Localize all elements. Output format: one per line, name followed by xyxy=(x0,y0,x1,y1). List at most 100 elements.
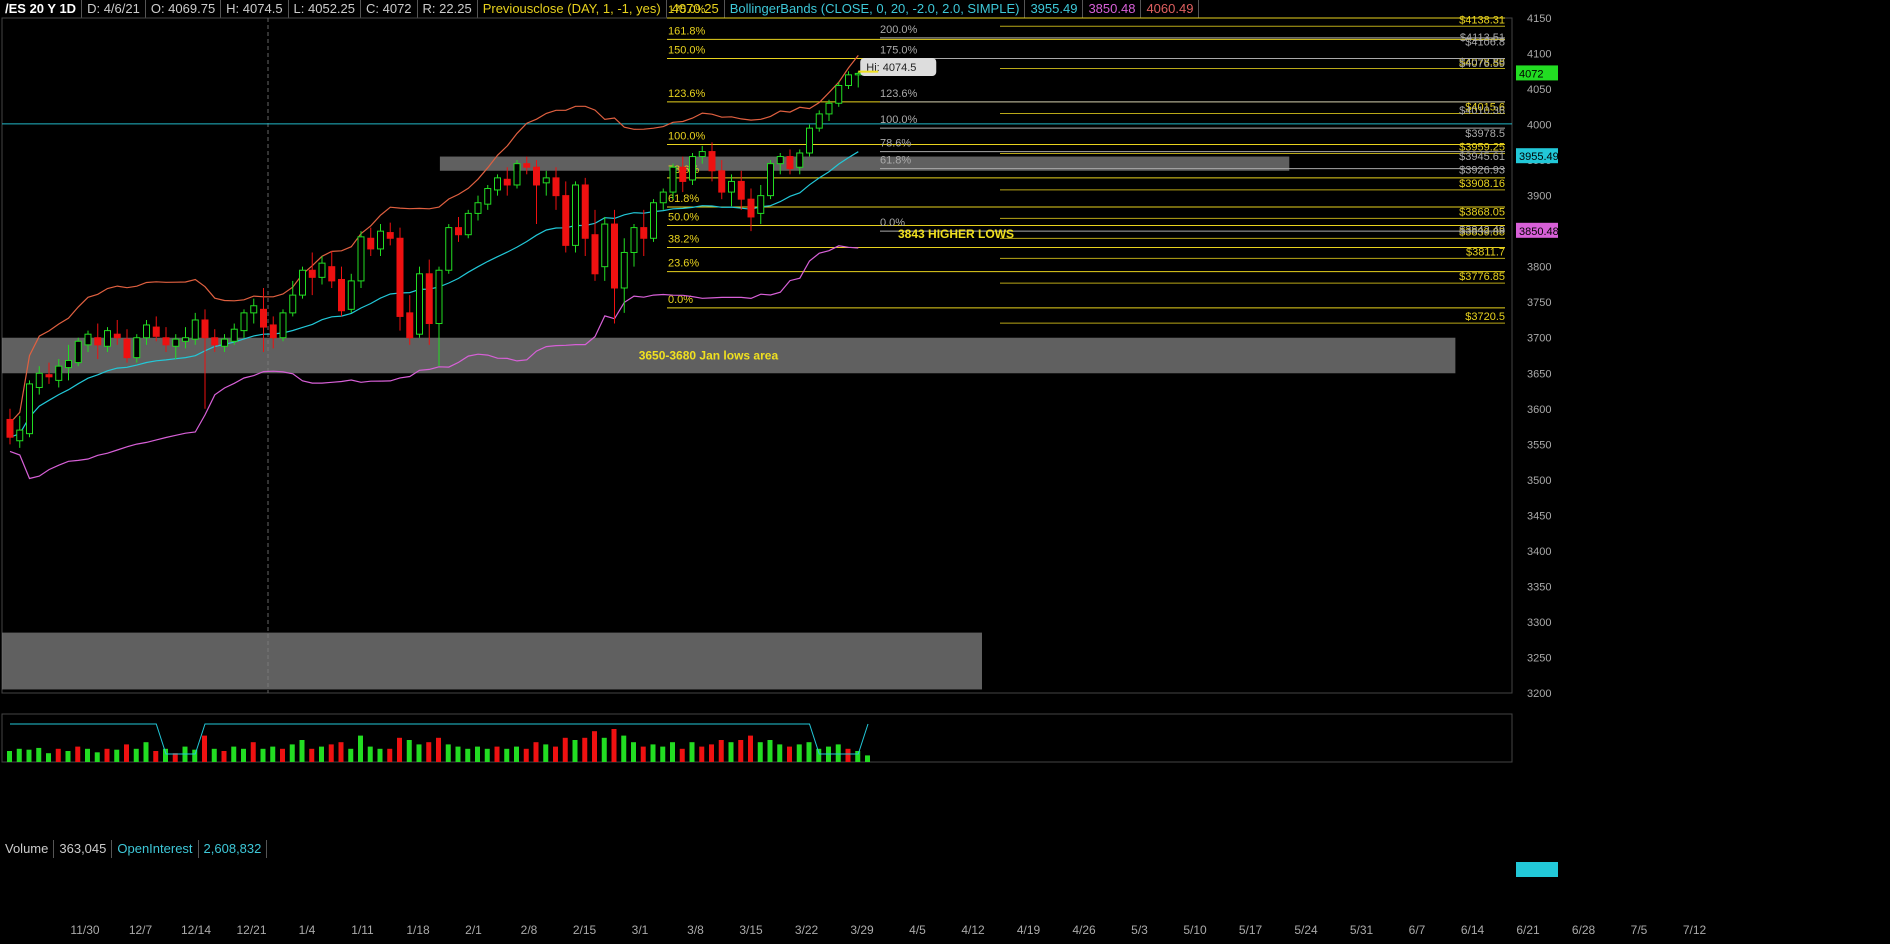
x-tick-label: 3/29 xyxy=(850,923,874,937)
volume-bar xyxy=(367,746,373,762)
candle-body xyxy=(123,338,131,359)
volume-bar xyxy=(592,731,597,762)
x-tick-label: 1/11 xyxy=(351,923,374,937)
candle-body xyxy=(474,202,482,214)
volume-bar xyxy=(699,746,705,762)
candle-body xyxy=(669,166,677,193)
price-chart[interactable]: 3650-3680 Jan lows area 175.0% 161.8% 150.0… xyxy=(0,0,1890,944)
candle-body xyxy=(318,262,326,278)
y-tick-label: 4000 xyxy=(1527,120,1551,132)
volume-bar xyxy=(845,748,851,762)
volume-bar xyxy=(679,748,685,762)
candle-body xyxy=(728,180,735,193)
candle-body xyxy=(6,418,14,438)
volume-bar xyxy=(445,744,451,762)
candle-body xyxy=(260,308,267,328)
y-tick-label: 3250 xyxy=(1527,652,1551,664)
candle-body xyxy=(854,72,862,76)
y-tick-label: 3200 xyxy=(1527,688,1551,700)
x-tick-label: 5/31 xyxy=(1350,923,1374,937)
x-tick-label: 12/21 xyxy=(236,923,266,937)
volume-bar xyxy=(7,751,12,762)
candle-body xyxy=(757,195,765,214)
y-tick-label: 3300 xyxy=(1527,617,1551,629)
candle-body xyxy=(94,337,102,346)
oi-tag-bg xyxy=(1516,862,1558,877)
x-tick-label: 2/1 xyxy=(465,923,482,937)
y-tick-label: 3750 xyxy=(1527,297,1551,309)
candle-body xyxy=(308,269,316,278)
x-tick-label: 12/7 xyxy=(129,923,153,937)
fib-price-label: $4076.59 xyxy=(1459,58,1505,70)
fib-level-label: 61.8% xyxy=(880,155,911,167)
candle-body xyxy=(250,305,258,314)
candle-body xyxy=(191,319,199,340)
candle-body xyxy=(767,163,774,197)
volume-bar xyxy=(865,755,870,762)
volume-bar xyxy=(416,744,422,762)
volume-bar xyxy=(670,742,675,762)
x-tick-label: 12/14 xyxy=(181,923,211,937)
volume-label[interactable]: Volume xyxy=(0,840,55,858)
volume-bar xyxy=(338,742,344,762)
candle-body xyxy=(835,85,843,104)
open-interest-label[interactable]: OpenInterest xyxy=(112,840,199,858)
candle-body xyxy=(182,337,189,342)
fib-level-label: 78.6% xyxy=(880,138,911,150)
volume-bar xyxy=(104,748,110,762)
candle-body xyxy=(455,227,462,236)
volume-bar xyxy=(816,748,822,762)
fib-level-label: 38.2% xyxy=(668,234,699,246)
volume-bar xyxy=(523,748,529,762)
volume-bar xyxy=(319,746,324,762)
candle-body xyxy=(776,156,784,165)
volume-bar xyxy=(553,746,558,762)
candle-body xyxy=(494,177,501,191)
fib-level-label: 123.6% xyxy=(880,88,918,100)
volume-bar xyxy=(133,748,139,762)
candle-body xyxy=(45,374,53,378)
candle-body xyxy=(386,232,394,239)
fib-price-label: $3978.5 xyxy=(1465,128,1505,140)
candle-body xyxy=(679,166,687,182)
candle-body xyxy=(562,195,570,246)
fib-price-label: $4010.36 xyxy=(1459,105,1505,117)
y-tick-label: 4100 xyxy=(1527,49,1551,61)
candle-body xyxy=(65,359,72,369)
volume-bar xyxy=(689,742,695,762)
volume-bar xyxy=(397,737,402,762)
volume-bar xyxy=(709,744,714,762)
candle-body xyxy=(591,234,599,275)
y-tick-label: 3800 xyxy=(1527,262,1551,274)
fib-price-label: $3908.16 xyxy=(1459,178,1505,190)
candle-body xyxy=(230,328,238,342)
candle-body xyxy=(708,151,716,172)
candle-body xyxy=(74,340,82,364)
y-tick-label: 3900 xyxy=(1527,191,1551,203)
volume-bar xyxy=(289,744,295,762)
volume-bar xyxy=(153,751,159,762)
volume-bar xyxy=(202,735,207,762)
candle-body xyxy=(601,223,609,268)
volume-bar xyxy=(65,751,71,762)
x-tick-label: 6/21 xyxy=(1516,923,1540,937)
volume-bar xyxy=(426,742,432,762)
volume-bar xyxy=(806,742,812,762)
volume-bar xyxy=(270,746,276,762)
candle-body xyxy=(542,177,550,184)
x-tick-label: 4/12 xyxy=(961,923,985,937)
volume-bar xyxy=(543,744,549,762)
volume-bar xyxy=(611,729,617,762)
x-tick-label: 7/12 xyxy=(1683,923,1707,937)
volume-bar xyxy=(85,748,90,762)
volume-bar xyxy=(660,746,666,762)
y-tick-label: 3700 xyxy=(1527,333,1551,345)
volume-bar xyxy=(406,740,412,762)
candle-body xyxy=(289,294,297,314)
volume-header: Volume 363,045 OpenInterest 2,608,832 xyxy=(0,840,268,858)
x-tick-label: 5/10 xyxy=(1183,923,1207,937)
volume-bar xyxy=(796,744,802,762)
candle-body xyxy=(406,312,414,339)
candle-body xyxy=(659,191,667,204)
volume-value: 363,045 xyxy=(54,840,113,858)
